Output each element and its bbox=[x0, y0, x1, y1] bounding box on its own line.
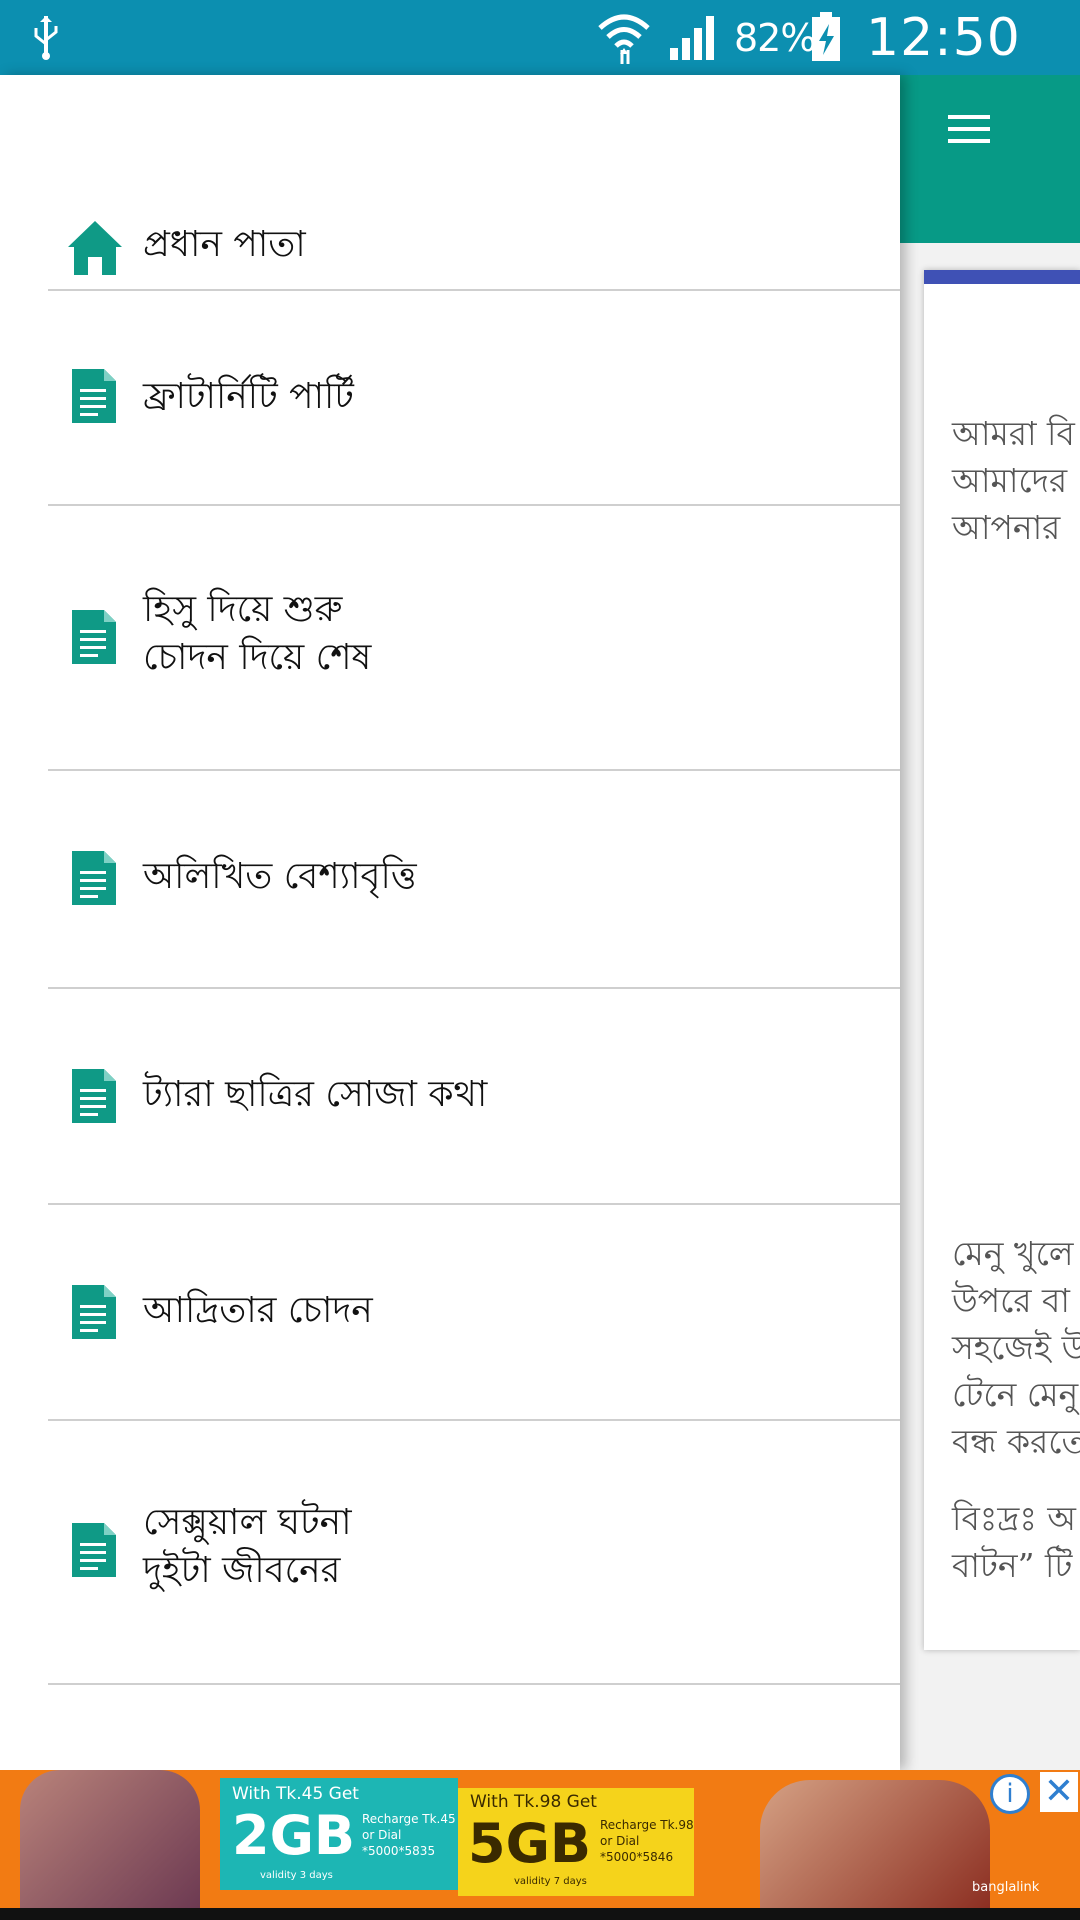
card-accent-bar bbox=[924, 270, 1080, 284]
drawer-item-label: ট্যারা ছাত্রির সোজা কথা bbox=[143, 1074, 488, 1115]
drawer-item-label-line2: চোদন দিয়ে শেষ bbox=[143, 637, 372, 678]
navigation-drawer: প্রধান পাতা ফ্রাটার্নিটি পার্টি হিসু দিয… bbox=[0, 75, 900, 1770]
battery-charging-icon bbox=[812, 12, 840, 61]
ad-info-icon[interactable]: i bbox=[990, 1774, 1030, 1814]
ad-offer-validity: validity 7 days bbox=[514, 1876, 587, 1887]
drawer-item-label: সেক্সুয়াল ঘটনা bbox=[143, 1502, 352, 1543]
card-text-line: আমাদের bbox=[952, 461, 1068, 500]
drawer-item-tyara[interactable]: ট্যারা ছাত্রির সোজা কথা bbox=[0, 989, 900, 1205]
content-card: আমরা বি আমাদের আপনার মেনু খুলে উপরে বা স… bbox=[924, 270, 1080, 1650]
status-bar: 82% 12:50 PM bbox=[0, 0, 1080, 128]
ad-offer-big: 2GB bbox=[232, 1804, 356, 1867]
drawer-item-home[interactable]: প্রধান পাতা bbox=[0, 145, 900, 295]
drawer-item-olikhito[interactable]: অলিখিত বেশ্যাবৃত্তি bbox=[0, 771, 900, 989]
card-text-line: মেনু খুলে bbox=[952, 1234, 1074, 1273]
ad-offer-sub: Recharge Tk.98 bbox=[600, 1818, 694, 1832]
drawer-item-label: হিসু দিয়ে শুরু bbox=[143, 589, 343, 630]
document-icon bbox=[72, 1285, 116, 1339]
divider bbox=[48, 1683, 900, 1685]
ad-banner[interactable]: With Tk.45 Get 2GB Recharge Tk.45 or Dia… bbox=[0, 1770, 1080, 1908]
document-icon bbox=[72, 1523, 116, 1577]
ad-offer-5gb: With Tk.98 Get 5GB Recharge Tk.98 or Dia… bbox=[458, 1788, 694, 1896]
card-text-line: বন্ধ করতে bbox=[952, 1422, 1080, 1461]
wifi-icon bbox=[598, 14, 650, 64]
ad-offer-code: *5000*5835 bbox=[362, 1844, 436, 1858]
ad-offer-code: *5000*5846 bbox=[600, 1850, 674, 1864]
drawer-item-hisu[interactable]: হিসু দিয়ে শুরু চোদন দিয়ে শেষ bbox=[0, 506, 900, 771]
ad-offer-dial: or Dial bbox=[362, 1828, 402, 1842]
usb-icon bbox=[34, 16, 58, 60]
drawer-item-sexual-ghotona[interactable]: সেক্সুয়াল ঘটনা দুইটা জীবনের bbox=[0, 1421, 900, 1685]
card-text-line: উপরে বা bbox=[952, 1281, 1070, 1320]
ad-offer-dial: or Dial bbox=[600, 1834, 640, 1848]
drawer-item-label: প্রধান পাতা bbox=[143, 224, 306, 265]
card-text-line: আপনার bbox=[952, 508, 1061, 547]
document-icon bbox=[72, 1069, 116, 1123]
drawer-item-label: অলিখিত বেশ্যাবৃত্তি bbox=[143, 856, 417, 897]
system-nav-bar bbox=[0, 1908, 1080, 1920]
ad-offer-big: 5GB bbox=[468, 1812, 592, 1875]
app-toolbar bbox=[900, 75, 1080, 243]
ad-offer-sub: Recharge Tk.45 bbox=[362, 1812, 456, 1826]
card-text-line: বিঃদ্রঃ অ bbox=[952, 1499, 1076, 1538]
ad-image-woman bbox=[20, 1770, 200, 1908]
ad-offer-head: With Tk.45 Get bbox=[232, 1784, 359, 1804]
ad-close-icon[interactable]: ✕ bbox=[1040, 1772, 1078, 1812]
card-text-line: সহজেই উ bbox=[952, 1328, 1080, 1367]
card-text-line: আমরা বি bbox=[952, 414, 1075, 453]
ad-offer-head: With Tk.98 Get bbox=[470, 1792, 597, 1812]
drawer-item-adrita[interactable]: আদ্রিতার চোদন bbox=[0, 1205, 900, 1421]
background-page: আমরা বি আমাদের আপনার মেনু খুলে উপরে বা স… bbox=[900, 75, 1080, 1770]
drawer-item-label: আদ্রিতার চোদন bbox=[143, 1290, 373, 1331]
card-text-line: টেনে মেনু bbox=[952, 1375, 1079, 1414]
ad-offer-validity: validity 3 days bbox=[260, 1870, 333, 1881]
home-icon bbox=[68, 221, 122, 275]
drawer-item-label-line2: দুইটা জীবনের bbox=[143, 1550, 341, 1591]
ad-offer-2gb: With Tk.45 Get 2GB Recharge Tk.45 or Dia… bbox=[220, 1778, 458, 1890]
battery-percent: 82% bbox=[734, 16, 816, 60]
document-icon bbox=[72, 369, 116, 423]
card-text-line: বাটন” টি bbox=[952, 1546, 1073, 1585]
ad-image-man bbox=[760, 1780, 990, 1908]
drawer-item-label: ফ্রাটার্নিটি পার্টি bbox=[143, 376, 354, 417]
document-icon bbox=[72, 610, 116, 664]
ad-brand: banglalink bbox=[972, 1880, 1040, 1895]
cell-signal-icon bbox=[670, 16, 714, 60]
document-icon bbox=[72, 851, 116, 905]
drawer-item-fraternity-party[interactable]: ফ্রাটার্নিটি পার্টি bbox=[0, 291, 900, 506]
menu-icon[interactable] bbox=[948, 115, 990, 157]
